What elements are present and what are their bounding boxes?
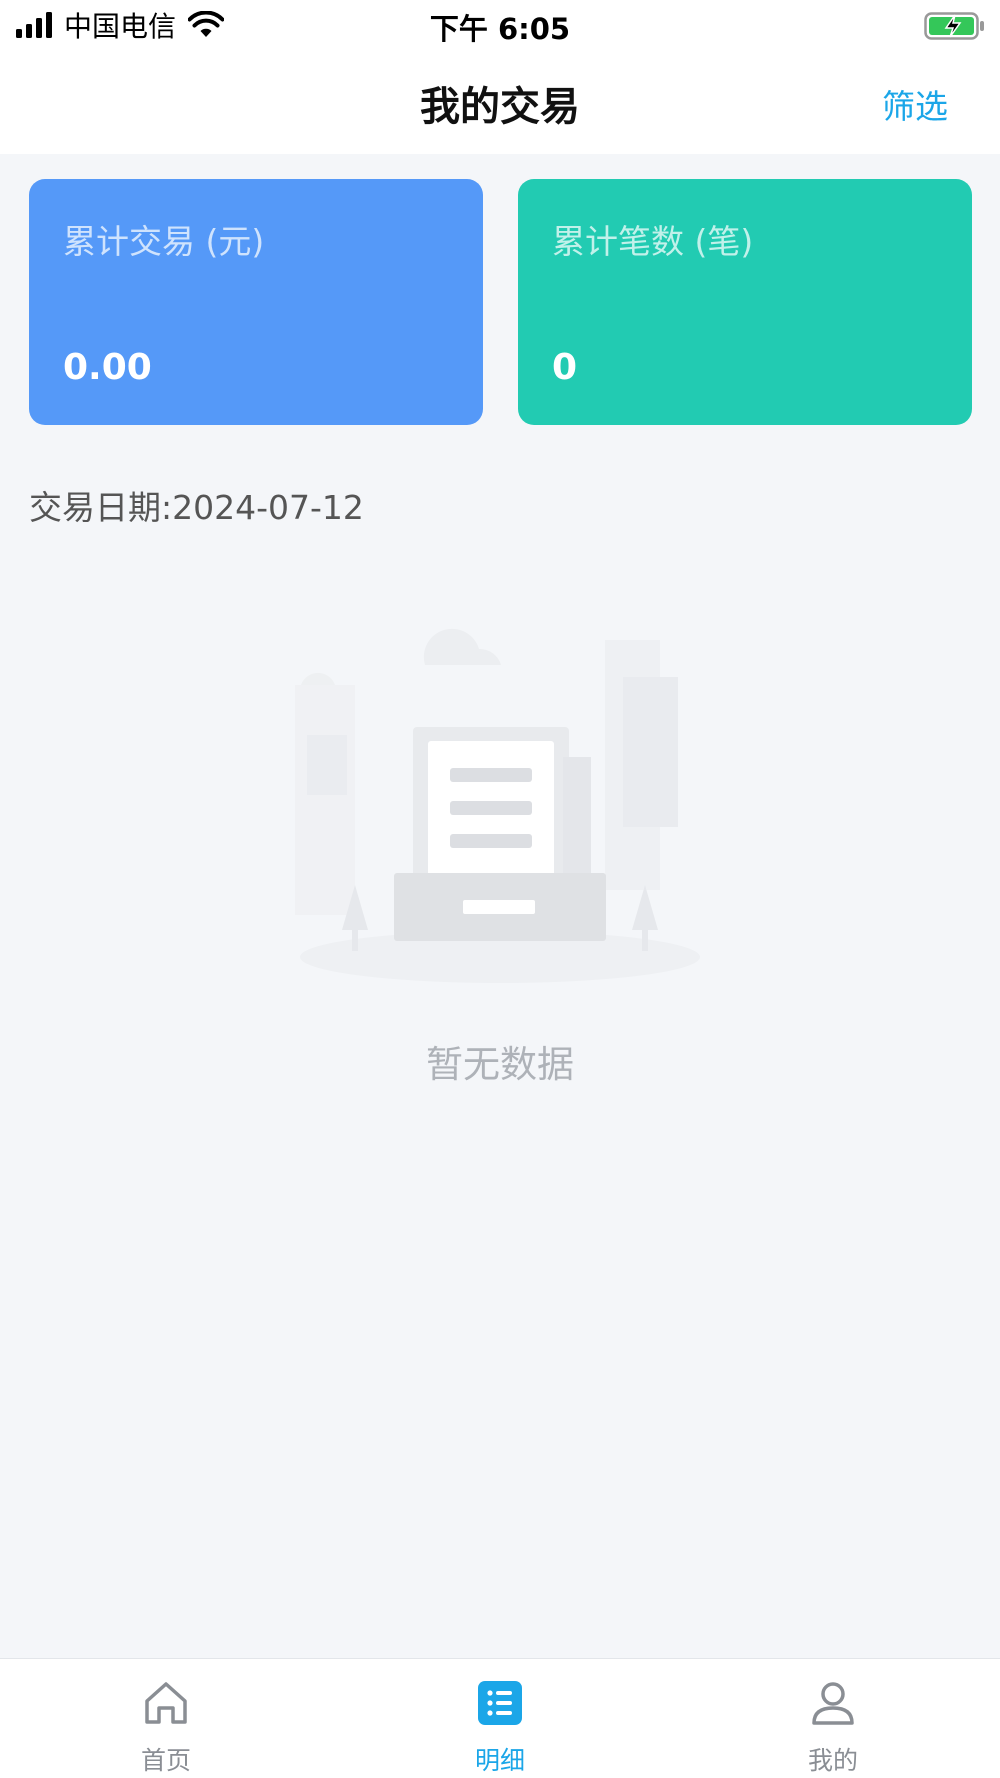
screen: 中国电信 下午 6:05 我的交易 筛选 累计交易 (元) 0.00 累计笔数 …: [0, 0, 1000, 1778]
total-amount-value: 0.00: [63, 347, 152, 388]
tab-home[interactable]: 首页: [66, 1659, 266, 1778]
tab-home-label: 首页: [140, 1746, 191, 1775]
empty-state-illustration: [295, 605, 705, 999]
filter-button[interactable]: 筛选: [882, 80, 948, 128]
tab-mine[interactable]: 我的: [733, 1659, 933, 1778]
tab-bar: 首页 明细 我的: [0, 1658, 1000, 1778]
home-icon: [142, 1679, 190, 1727]
total-amount-label: 累计交易 (元): [63, 222, 265, 261]
transaction-date: 交易日期:2024-07-12: [29, 488, 364, 527]
total-count-value: 0: [552, 347, 578, 388]
total-amount-card: 累计交易 (元) 0.00: [29, 179, 483, 425]
battery-charging-icon: [924, 12, 986, 44]
user-icon: [809, 1679, 857, 1727]
total-count-label: 累计笔数 (笔): [552, 222, 754, 261]
total-count-card: 累计笔数 (笔) 0: [518, 179, 972, 425]
tab-details-label: 明细: [474, 1746, 525, 1775]
status-clock: 下午 6:05: [429, 12, 571, 46]
status-bar: 中国电信 下午 6:05: [0, 0, 1000, 50]
tab-mine-label: 我的: [807, 1746, 858, 1775]
list-icon: [476, 1679, 524, 1727]
empty-state-message: 暂无数据: [426, 1043, 574, 1086]
page-title: 我的交易: [420, 84, 580, 130]
tab-details[interactable]: 明细: [400, 1659, 600, 1778]
nav-bar: 我的交易 筛选: [0, 50, 1000, 154]
